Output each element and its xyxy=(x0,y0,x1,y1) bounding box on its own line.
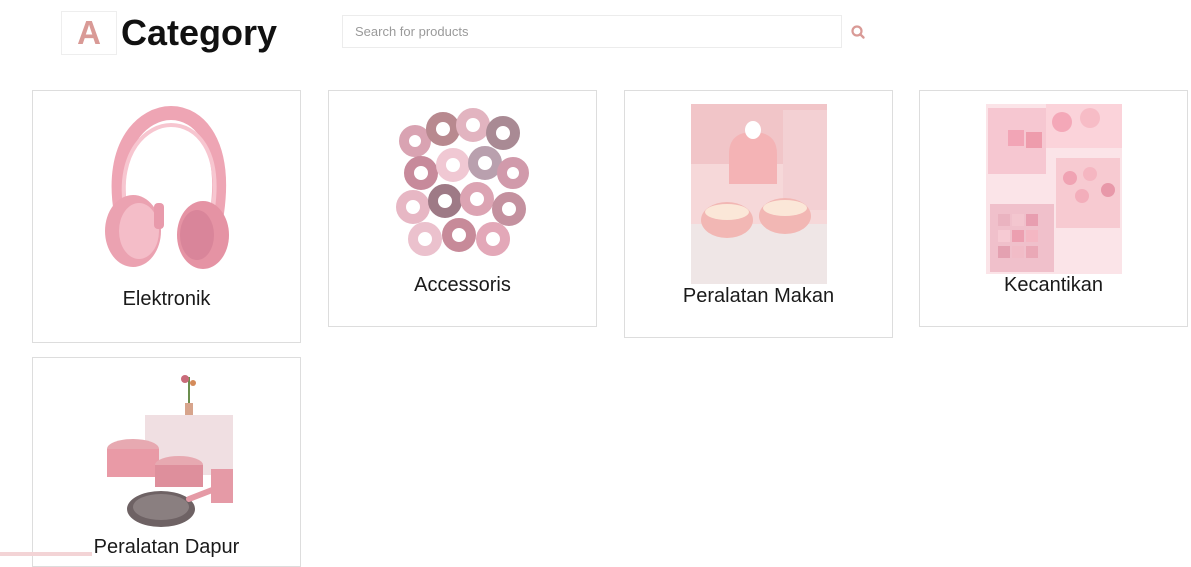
cookware-image xyxy=(99,373,235,529)
headphones-image xyxy=(99,103,235,273)
tea-set-image xyxy=(691,104,827,284)
category-label: Elektronik xyxy=(122,288,211,310)
category-card-peralatan-dapur[interactable]: Peralatan Dapur xyxy=(32,357,301,567)
site-logo[interactable]: A xyxy=(61,11,117,55)
category-label: Kecantikan xyxy=(1004,274,1103,296)
category-card-kecantikan[interactable]: Kecantikan xyxy=(919,90,1188,327)
category-card-accessoris[interactable]: Accessoris xyxy=(328,90,597,327)
bottom-toast-edge xyxy=(0,552,92,556)
page-title: Category xyxy=(121,12,278,53)
search-input[interactable] xyxy=(342,15,842,48)
category-label: Accessoris xyxy=(414,274,511,296)
category-label: Peralatan Makan xyxy=(682,285,835,307)
search-button[interactable] xyxy=(848,22,868,42)
category-card-elektronik[interactable]: Elektronik xyxy=(32,90,301,343)
makeup-palette-image xyxy=(986,104,1122,274)
category-card-peralatan-makan[interactable]: Peralatan Makan xyxy=(624,90,893,338)
search-icon xyxy=(851,25,865,39)
scrunchies-image xyxy=(395,103,531,273)
logo-letter: A xyxy=(77,14,101,51)
